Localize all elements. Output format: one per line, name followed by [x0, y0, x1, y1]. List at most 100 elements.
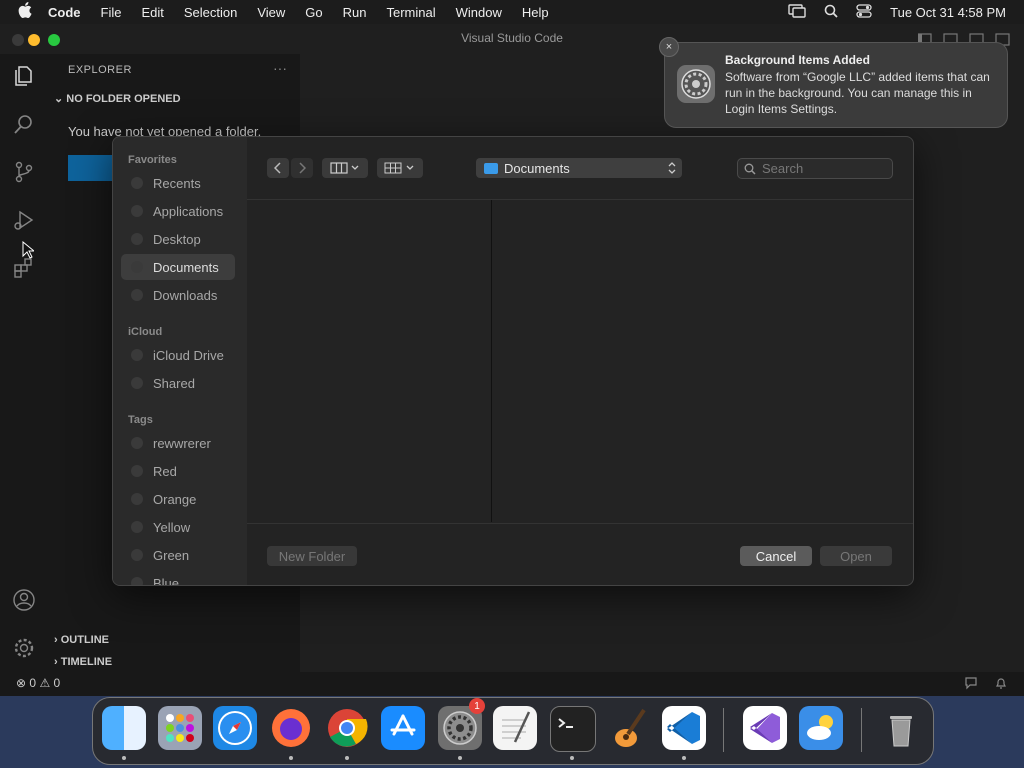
dock-separator — [723, 708, 724, 752]
tag-icon — [131, 465, 143, 477]
chevron-down-icon: ⌄ — [54, 93, 64, 105]
running-indicator — [289, 756, 293, 760]
sidebar-item-documents[interactable]: Documents — [121, 254, 235, 280]
screen-mirroring-icon[interactable] — [788, 3, 806, 21]
menu-app-name[interactable]: Code — [48, 5, 81, 20]
menu-run[interactable]: Run — [343, 5, 367, 20]
chevron-right-icon — [299, 162, 306, 174]
sidebar-item-applications[interactable]: Applications — [121, 198, 235, 224]
running-indicator — [122, 756, 126, 760]
sidebar-item-shared[interactable]: Shared — [121, 370, 235, 396]
bell-icon[interactable] — [994, 676, 1008, 690]
forward-button[interactable] — [291, 158, 313, 178]
feedback-icon[interactable] — [964, 676, 978, 690]
icloud-heading: iCloud — [128, 326, 163, 338]
no-folder-section[interactable]: ⌄ NO FOLDER OPENED — [54, 92, 181, 105]
cloud-icon — [131, 349, 143, 361]
trash-icon[interactable] — [879, 706, 923, 750]
firefox-icon[interactable] — [269, 706, 313, 750]
activity-bar — [0, 54, 48, 672]
sidebar-tag-red[interactable]: Red — [121, 458, 235, 484]
folder-icon — [484, 162, 498, 174]
tags-heading: Tags — [128, 414, 153, 426]
explorer-more-actions[interactable]: ··· — [273, 60, 287, 76]
menu-bar: Code File Edit Selection View Go Run Ter… — [0, 0, 1024, 24]
menu-file[interactable]: File — [101, 5, 122, 20]
terminal-icon[interactable] — [550, 706, 596, 752]
safari-icon[interactable] — [213, 706, 257, 750]
menu-terminal[interactable]: Terminal — [387, 5, 436, 20]
weather-icon[interactable] — [799, 706, 843, 750]
new-folder-button[interactable]: New Folder — [267, 546, 357, 566]
menu-selection[interactable]: Selection — [184, 5, 237, 20]
running-indicator — [570, 756, 574, 760]
dock-separator — [861, 708, 862, 752]
launchpad-icon[interactable] — [158, 706, 202, 750]
close-notification-button[interactable]: × — [659, 37, 679, 57]
textedit-icon[interactable] — [493, 706, 537, 750]
dialog-sidebar: Favorites Recents Applications Desktop D… — [113, 137, 247, 585]
settings-gear-icon[interactable] — [12, 636, 36, 660]
dialog-toolbar: Documents — [247, 137, 913, 200]
sidebar-item-recents[interactable]: Recents — [121, 170, 235, 196]
app-store-icon[interactable] — [381, 706, 425, 750]
sidebar-tag-rewwrerer[interactable]: rewwrerer — [121, 430, 235, 456]
problems-indicator[interactable]: ⊗ 0 ⚠ 0 — [16, 676, 60, 690]
view-mode-button[interactable] — [322, 158, 368, 178]
chrome-icon[interactable] — [325, 706, 369, 750]
sidebar-tag-orange[interactable]: Orange — [121, 486, 235, 512]
background-items-notification[interactable]: × Background Items Added Software from “… — [659, 37, 1008, 128]
chevron-right-icon: › — [54, 634, 58, 646]
warning-icon: ⚠ — [39, 676, 51, 690]
menu-edit[interactable]: Edit — [141, 5, 163, 20]
menu-window[interactable]: Window — [456, 5, 502, 20]
control-center-icon[interactable] — [856, 3, 872, 21]
file-browser-column[interactable] — [247, 200, 492, 522]
download-icon — [131, 289, 143, 301]
extensions-icon[interactable] — [12, 256, 36, 280]
notification-badge: 1 — [469, 698, 485, 714]
finder-icon[interactable] — [102, 706, 146, 750]
sidebar-tag-green[interactable]: Green — [121, 542, 235, 568]
explorer-header: EXPLORER — [68, 64, 132, 76]
applications-icon — [131, 205, 143, 217]
files-icon[interactable] — [12, 64, 36, 88]
group-by-button[interactable] — [377, 158, 423, 178]
notification-title: Background Items Added — [725, 53, 870, 67]
search-icon[interactable] — [824, 4, 838, 21]
cancel-button[interactable]: Cancel — [740, 546, 812, 566]
source-control-icon[interactable] — [12, 160, 36, 184]
visual-studio-icon[interactable] — [743, 706, 787, 750]
tag-icon — [131, 437, 143, 449]
sidebar-item-desktop[interactable]: Desktop — [121, 226, 235, 252]
location-dropdown[interactable]: Documents — [476, 158, 682, 178]
search-field[interactable] — [737, 158, 893, 179]
dock: 1 — [92, 697, 934, 765]
sidebar-tag-yellow[interactable]: Yellow — [121, 514, 235, 540]
menu-clock[interactable]: Tue Oct 31 4:58 PM — [890, 5, 1006, 20]
tag-icon — [131, 493, 143, 505]
apple-icon[interactable] — [16, 2, 34, 22]
search-input[interactable] — [762, 161, 882, 176]
shared-folder-icon — [131, 377, 143, 389]
vscode-icon[interactable] — [662, 706, 706, 750]
timeline-section[interactable]: › TIMELINE — [54, 656, 112, 668]
favorites-heading: Favorites — [128, 154, 177, 166]
sidebar-item-downloads[interactable]: Downloads — [121, 282, 235, 308]
search-icon[interactable] — [12, 112, 36, 136]
file-browser-column-2[interactable] — [492, 200, 913, 522]
grid-view-icon — [384, 162, 414, 174]
mouse-cursor-icon — [22, 241, 34, 259]
sidebar-tag-blue[interactable]: Blue — [121, 570, 235, 585]
status-bar: ⊗ 0 ⚠ 0 — [0, 672, 1024, 696]
run-debug-icon[interactable] — [12, 208, 36, 232]
menu-view[interactable]: View — [257, 5, 285, 20]
sidebar-item-icloud-drive[interactable]: iCloud Drive — [121, 342, 235, 368]
outline-section[interactable]: › OUTLINE — [54, 634, 109, 646]
back-button[interactable] — [267, 158, 289, 178]
garageband-icon[interactable] — [606, 706, 650, 750]
open-button[interactable]: Open — [820, 546, 892, 566]
menu-help[interactable]: Help — [522, 5, 549, 20]
accounts-icon[interactable] — [12, 588, 36, 612]
menu-go[interactable]: Go — [305, 5, 322, 20]
